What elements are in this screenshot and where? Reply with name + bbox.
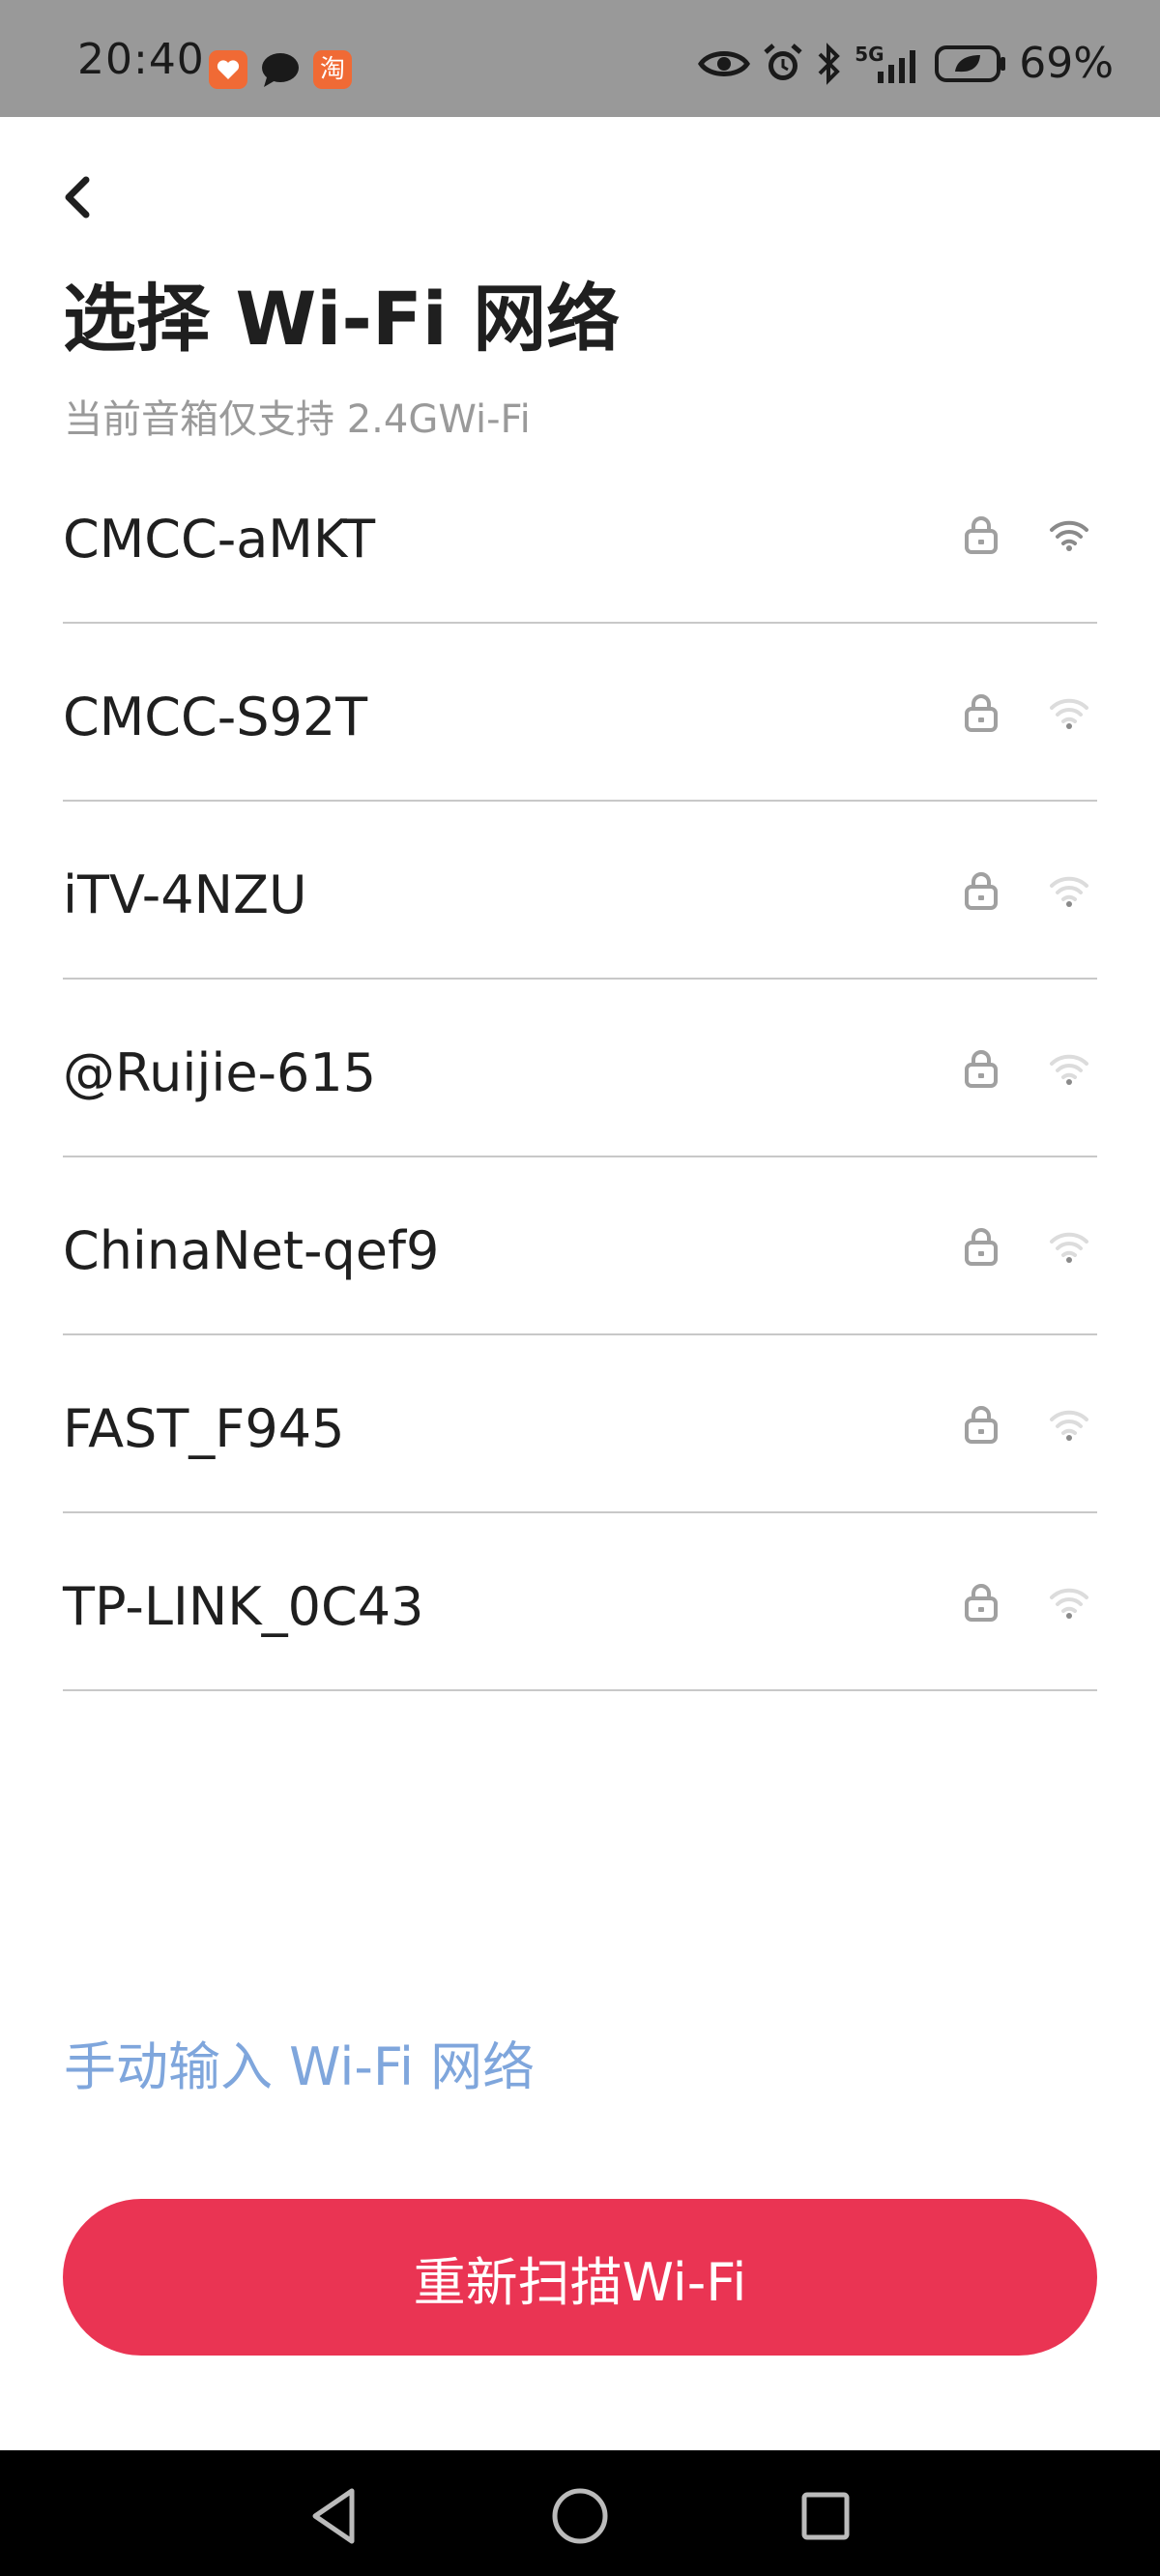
- lock-icon: [965, 1406, 998, 1444]
- battery-icon: [935, 45, 1006, 82]
- network-ssid: ChinaNet-qef9: [63, 1220, 440, 1281]
- network-ssid: CMCC-S92T: [63, 687, 368, 747]
- wifi-signal-icon: [1050, 1588, 1088, 1619]
- wifi-signal-icon: [1050, 520, 1088, 551]
- back-triangle-icon: [312, 2488, 355, 2544]
- back-button[interactable]: [50, 162, 104, 232]
- lock-icon: [965, 872, 998, 910]
- nav-recents-button[interactable]: [787, 2477, 864, 2555]
- wifi-network-item[interactable]: ChinaNet-qef9: [63, 1157, 1097, 1335]
- network-ssid: CMCC-aMKT: [63, 509, 376, 570]
- page-title: 选择 Wi-Fi 网络: [63, 276, 621, 362]
- nav-home-button[interactable]: [541, 2477, 619, 2555]
- wifi-network-item[interactable]: TP-LINK_0C43: [63, 1513, 1097, 1691]
- alarm-icon: [764, 44, 802, 80]
- page-subtitle: 当前音箱仅支持 2.4GWi-Fi: [64, 397, 531, 442]
- manual-entry-link[interactable]: 手动输入 Wi-Fi 网络: [64, 2038, 535, 2096]
- lock-icon: [965, 516, 998, 554]
- network-ssid: FAST_F945: [63, 1398, 345, 1459]
- wifi-network-item[interactable]: CMCC-S92T: [63, 624, 1097, 802]
- taobao-icon: 淘: [313, 50, 352, 89]
- lock-icon: [965, 1228, 998, 1266]
- wifi-signal-icon: [1050, 1232, 1088, 1263]
- lock-icon: [965, 1050, 998, 1088]
- wifi-network-item[interactable]: FAST_F945: [63, 1335, 1097, 1513]
- rescan-wifi-button[interactable]: 重新扫描Wi-Fi: [63, 2199, 1097, 2356]
- eye-icon: [698, 51, 751, 76]
- chevron-left-icon: [65, 176, 90, 219]
- wifi-signal-icon: [1050, 698, 1088, 729]
- wifi-signal-icon: [1050, 876, 1088, 907]
- bluetooth-icon: [818, 43, 841, 85]
- wifi-signal-icon: [1050, 1054, 1088, 1085]
- network-ssid: TP-LINK_0C43: [63, 1576, 424, 1637]
- recents-square-icon: [801, 2492, 850, 2540]
- lock-icon: [965, 694, 998, 732]
- wifi-signal-icon: [1050, 1410, 1088, 1441]
- chat-bubble-icon: [259, 50, 302, 89]
- network-ssid: iTV-4NZU: [63, 864, 307, 925]
- network-ssid: @Ruijie-615: [63, 1042, 377, 1103]
- signal-5g-icon: 5G: [855, 43, 922, 85]
- status-time: 20:40: [77, 35, 205, 84]
- wifi-network-item[interactable]: @Ruijie-615: [63, 980, 1097, 1157]
- wifi-network-list: CMCC-aMKT CMCC-S92T iTV-4NZU @Ruijie-615…: [63, 480, 1097, 1691]
- home-circle-icon: [552, 2488, 608, 2544]
- battery-percent: 69%: [1019, 39, 1114, 88]
- navigation-bar: [0, 2450, 1160, 2576]
- status-bar: 20:40 淘 5G 69%: [0, 0, 1160, 117]
- system-status-icons: 5G 69%: [698, 43, 1114, 85]
- wifi-network-item[interactable]: CMCC-aMKT: [63, 480, 1097, 624]
- notification-icons: 淘: [209, 50, 352, 89]
- calendar-heart-icon: [209, 50, 247, 89]
- nav-back-button[interactable]: [296, 2477, 373, 2555]
- lock-icon: [965, 1584, 998, 1622]
- wifi-network-item[interactable]: iTV-4NZU: [63, 802, 1097, 980]
